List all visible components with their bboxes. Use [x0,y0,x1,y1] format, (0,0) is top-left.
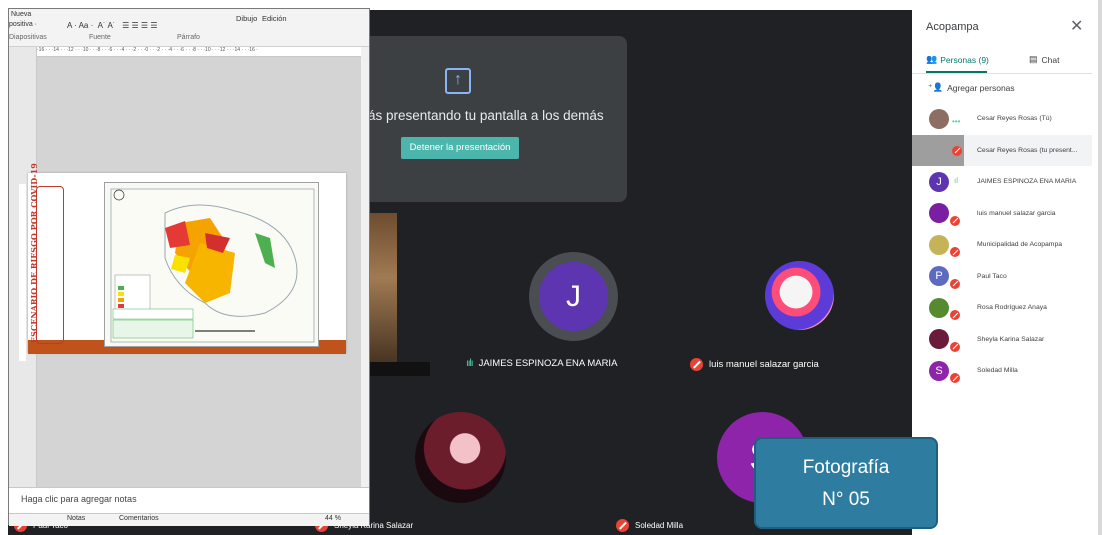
presenting-message: ás presentando tu pantalla a los demás [368,108,604,123]
photo-caption: Fotografía N° 05 [754,437,938,529]
mic-off-icon [950,341,960,352]
ribbon-new-slide-2[interactable]: positiva · [9,21,37,28]
participant-name: luis manuel salazar garcia [977,209,1056,217]
more-icon: ••• [952,117,961,126]
upload-arrow-icon: ↑ [445,68,471,94]
add-people-label: Agregar personas [947,82,1015,93]
add-people-button[interactable]: ⁺👤 Agregar personas [928,82,1015,93]
tile-name: luis manuel salazar garcia [709,359,819,370]
ribbon-group-label: Fuente [89,34,111,41]
speaking-icon: ıılı [466,358,474,369]
risk-map-graphic [110,188,315,343]
tab-chat[interactable]: ▤ Chat [1029,54,1059,65]
caption-line1: Fotografía [802,457,890,478]
mic-off-icon [950,278,960,289]
participant-avatar [929,203,949,224]
panel-divider [912,73,1092,74]
tab-people[interactable]: 👥 Personas (9) [926,54,989,65]
zoom-level[interactable]: 44 % [325,515,341,522]
mic-off-icon [950,373,960,383]
participant-row[interactable]: Municipalidad de Acopampa [912,229,1092,261]
close-icon[interactable]: ✕ [1070,16,1083,36]
speaking-icon: ıl [954,176,958,185]
participant-name: Soledad Milla [977,367,1018,375]
add-person-icon: ⁺👤 [928,82,944,92]
partial-tile-label [370,362,430,376]
participant-avatar [929,329,949,350]
participant-list: ••• Cesar Reyes Rosas (Tú) Cesar Reyes R… [912,103,1092,387]
participant-row[interactable]: J ıl JAIMES ESPINOZA ENA MARIA [912,166,1092,198]
tile-label-jaimes: ıılı JAIMES ESPINOZA ENA MARIA [466,358,617,369]
participant-avatar: J [929,171,949,192]
participant-avatar [929,234,949,255]
participant-row[interactable]: Cesar Reyes Rosas (tu present... [912,134,1092,166]
panel-title: Acopampa [926,21,979,33]
status-bar: Notas Comentarios 44 % [9,513,369,526]
ribbon: Nueva positiva · Diapositivas A · Aa · A… [9,9,369,47]
tile-name: JAIMES ESPINOZA ENA MARIA [478,358,618,369]
ribbon-group-label: Diapositivas [9,34,47,41]
risk-map-image [104,182,319,347]
participant-row[interactable]: S Soledad Milla [912,355,1092,387]
slide-title: ESCENARIO DE RIESGO POR COVID-19 [29,163,39,343]
tab-people-label: Personas (9) [940,54,989,65]
participant-avatar [929,297,949,318]
screenshot-frame: ↑ ás presentando tu pantalla a los demás… [0,0,1102,535]
mic-off-icon [950,247,960,257]
participant-avatar: S [929,360,949,381]
ribbon-group-label: Párrafo [177,34,200,41]
participant-avatar [929,108,949,129]
tab-chat-label: Chat [1041,54,1060,65]
participant-name: Sheyla Karina Salazar [977,335,1045,343]
tile-name: Soledad Milla [635,521,684,530]
ribbon-new-slide[interactable]: Nueva [11,11,31,18]
participant-name: Municipalidad de Acopampa [977,241,1063,249]
tile-name-soledad: Soledad Milla [616,519,683,532]
tile-label-luis: luis manuel salazar garcia [690,358,819,371]
participant-name: Rosa Rodríguez Anaya [977,304,1047,312]
people-icon: 👥 [926,54,938,64]
chat-icon: ▤ [1029,54,1038,64]
avatar-jaimes: J [539,262,608,331]
ribbon-draw[interactable]: Dibujo [236,14,257,23]
mic-off-icon [950,310,960,320]
participant-avatar: P [929,266,949,287]
participant-name: Paul Taco [977,272,1007,280]
participant-row[interactable]: luis manuel salazar garcia [912,198,1092,230]
avatar-luis [765,261,834,330]
stop-presenting-button[interactable]: Detener la presentación [401,137,519,159]
mic-off-icon [952,145,962,156]
ribbon-edit[interactable]: Edición [262,14,287,23]
participant-row[interactable]: Sheyla Karina Salazar [912,324,1092,356]
participant-name: Cesar Reyes Rosas (tu present... [977,146,1078,154]
notes-pane[interactable]: Haga clic para agregar notas [9,487,369,514]
notes-placeholder: Haga clic para agregar notas [21,494,137,504]
vertical-scrollbar[interactable] [361,47,369,487]
participant-video-partial [370,213,397,375]
participant-row[interactable]: ••• Cesar Reyes Rosas (Tú) [912,103,1092,135]
font-controls[interactable]: A · Aa · A˙ A˙ ☰ ☰ ☰ ☰ [67,21,157,30]
horizontal-ruler: ·16 · · ·14 · · ·12 · · ·10 · · ·8 · · ·… [37,47,369,57]
mic-off-icon [616,519,629,532]
notes-toggle[interactable]: Notas [67,515,85,522]
participant-row[interactable]: P Paul Taco [912,261,1092,293]
vertical-ruler [19,184,26,361]
participant-name: Cesar Reyes Rosas (Tú) [977,115,1052,123]
comments-toggle[interactable]: Comentarios [119,515,159,522]
avatar-sheyla [415,412,506,503]
participant-name: JAIMES ESPINOZA ENA MARIA [977,178,1077,186]
caption-line2: N° 05 [822,489,870,510]
mic-off-icon [950,215,960,226]
participant-row[interactable]: Rosa Rodríguez Anaya [912,292,1092,324]
mic-off-icon [690,358,703,371]
